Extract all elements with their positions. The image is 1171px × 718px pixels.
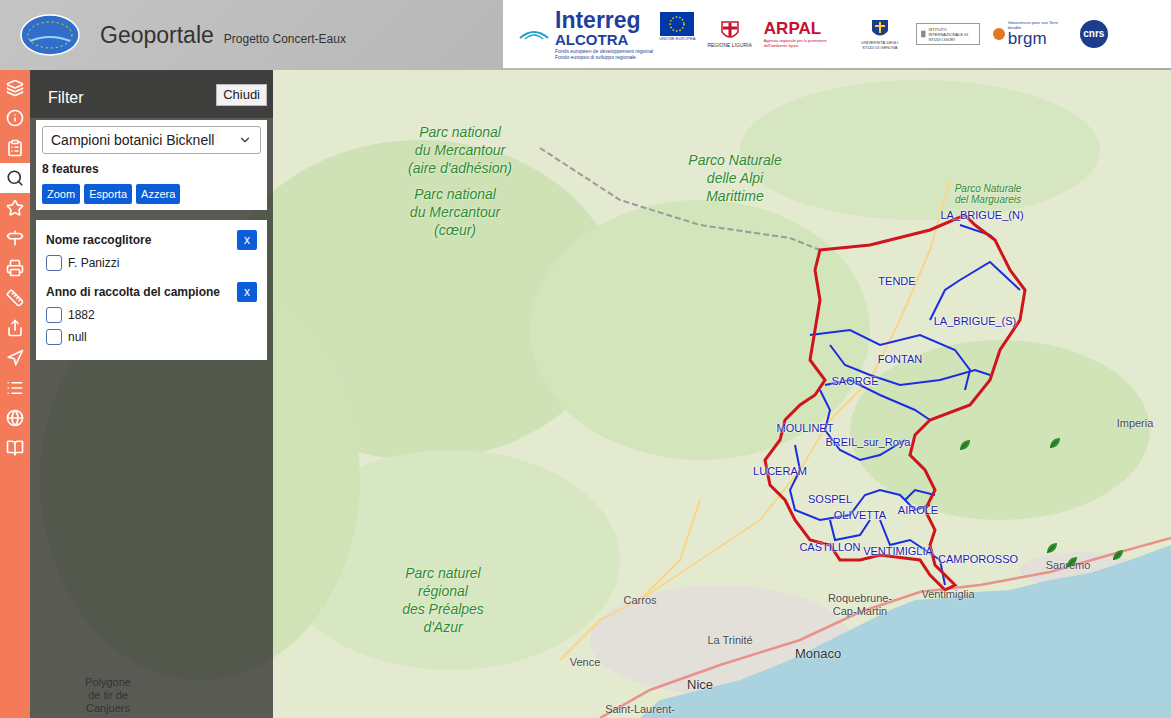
map-label: La Trinité [707,634,752,647]
map-label: OLIVETTA [834,509,886,522]
toolbar [0,70,30,718]
toolbar-button[interactable] [0,433,30,463]
map-label: Ventimiglia [921,588,974,601]
toolbar-button[interactable] [0,283,30,313]
map-view[interactable]: Parc nationaldu Mercantour(aire d'adhési… [30,70,1171,718]
filter-panel: Filter Chiudi Campioni botanici Bicknell 8 … [30,70,273,718]
map-label: MOULINET [777,422,834,435]
tool-icon [6,409,24,427]
university-seal-icon [869,18,891,40]
toolbar-button[interactable] [0,373,30,403]
map-label: LA_BRIGUE_(N) [940,209,1023,222]
tool-icon [6,379,24,397]
geoportal-app: Geoportale Progetto Concert-Eaux InterregA… [0,0,1171,718]
close-button[interactable]: Chiudi [216,84,267,106]
map-label: Parco Naturaledel Marguareis [955,183,1022,205]
leaf-icon[interactable] [958,438,972,452]
map-label: Nice [687,677,713,692]
header: Geoportale Progetto Concert-Eaux InterregA… [0,0,1171,70]
map-label: SAORGE [831,375,878,388]
toolbar-button[interactable] [0,253,30,283]
institute-icon [920,26,927,42]
leaf-marker[interactable] [958,438,972,452]
checkbox[interactable] [46,307,62,323]
panel-title: Filter [36,80,84,110]
toolbar-button[interactable] [0,133,30,163]
checkbox[interactable] [46,255,62,271]
feature-count: 8 features [42,160,261,178]
map-label: Parc nationaldu Mercantour(cœur) [410,185,500,239]
toolbar-button[interactable] [0,343,30,373]
leaf-marker[interactable] [1048,436,1062,450]
map-label: CASTILLON [799,541,860,554]
map-label: LUCERAM [753,465,807,478]
app-subtitle: Progetto Concert-Eaux [224,29,346,49]
filter-option[interactable]: 1882 [46,306,257,324]
app-title: Geoportale [100,21,214,49]
tool-icon [6,79,24,97]
map-label: Carros [623,594,656,607]
leaf-marker[interactable] [1045,541,1059,555]
tool-icon [6,319,24,337]
map-label: SOSPEL [808,493,852,506]
tool-icon [6,139,24,157]
map-label: BREIL_sur_Roya [826,436,911,449]
map-label: Saint-Laurent- [605,703,675,716]
leaf-marker[interactable] [1111,548,1125,562]
map-label: Monaco [795,646,841,661]
toolbar-button[interactable] [0,73,30,103]
action-button[interactable]: Zoom [42,184,80,204]
leaf-icon[interactable] [1045,541,1059,555]
toolbar-button[interactable] [0,163,30,193]
tool-icon [6,259,24,277]
map-label: Imperia [1117,417,1154,430]
map-label: FONTAN [878,353,922,366]
tool-icon [6,199,24,217]
tool-icon [6,439,24,457]
regione-liguria-icon [720,20,740,42]
toolbar-button[interactable] [0,313,30,343]
map-label: TENDE [878,275,915,288]
clear-button[interactable]: x [237,282,257,302]
toolbar-button[interactable] [0,403,30,433]
chevron-down-icon [238,133,252,147]
brgm-icon [992,27,1006,41]
toolbar-button[interactable] [0,223,30,253]
tool-icon [6,109,24,127]
partner-logos: InterregALCOTRAFonds européen de dévelop… [503,0,1171,68]
clear-button[interactable]: x [237,230,257,250]
tool-icon [6,229,24,247]
map-label: CAMPOROSSO [938,553,1018,566]
map-label: Parco Naturaledelle AlpiMarittime [688,151,781,205]
leaf-icon[interactable] [1111,548,1125,562]
map-label: VENTIMIGLIA [863,545,933,558]
filter-group: Anno di raccolta del campionex1882null [46,282,257,346]
toolbar-button[interactable] [0,193,30,223]
study-area-boundary [765,215,1025,590]
map-label: LA_BRIGUE_(S) [934,315,1017,328]
leaf-icon[interactable] [1048,436,1062,450]
cnrs-logo: cnrs [1080,20,1108,48]
leaf-icon[interactable] [1065,555,1079,569]
tool-icon [6,169,24,187]
map-label: Parc naturelrégionaldes Préalpesd'Azur [402,564,484,636]
concert-eaux-logo-icon[interactable] [20,13,80,57]
interreg-wave-icon [519,26,549,42]
checkbox[interactable] [46,329,62,345]
filter-option[interactable]: F. Panizzi [46,254,257,272]
filter-group: Nome raccoglitorexF. Panizzi [46,230,257,272]
tool-icon [6,289,24,307]
toolbar-button[interactable] [0,103,30,133]
map-label: Roquebrune-Cap-Martin [828,592,892,618]
eu-flag-icon [660,12,694,36]
map-label: Vence [570,656,601,669]
layer-select[interactable]: Campioni botanici Bicknell [42,126,261,154]
leaf-marker[interactable] [1065,555,1079,569]
action-button[interactable]: Esporta [84,184,132,204]
action-button[interactable]: Azzera [136,184,180,204]
map-label: AIROLE [898,504,938,517]
filter-option[interactable]: null [46,328,257,346]
tool-icon [6,349,24,367]
map-label: Parc nationaldu Mercantour(aire d'adhési… [408,123,512,177]
